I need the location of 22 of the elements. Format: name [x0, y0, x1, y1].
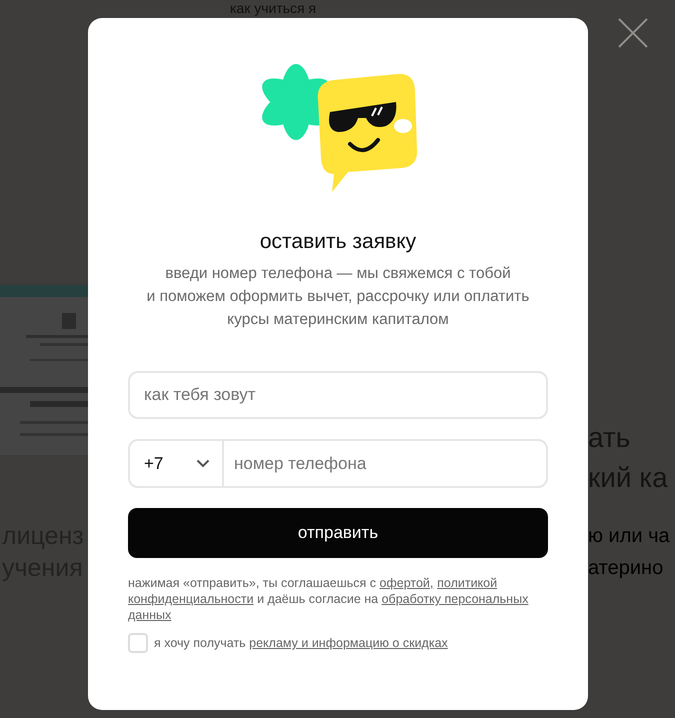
- dialog-title: оставить заявку: [260, 230, 416, 254]
- ads-link[interactable]: рекламу и информацию о скидках: [249, 636, 448, 650]
- policy-link[interactable]: офертой,: [380, 576, 434, 590]
- page-text: ю или ча: [588, 524, 670, 549]
- close-icon[interactable]: [618, 18, 648, 48]
- policy-link[interactable]: конфиденциальности: [128, 592, 254, 606]
- checkbox[interactable]: [128, 633, 148, 653]
- country-code-dropdown[interactable]: +7: [130, 441, 224, 486]
- phone-field[interactable]: +7 номер телефона: [128, 439, 548, 488]
- dialog-subtitle: введи номер телефона — мы свяжемся с тобой: [165, 264, 511, 284]
- page-text: атерино: [588, 556, 664, 581]
- policy-link[interactable]: данных: [128, 608, 172, 622]
- name-field[interactable]: как тебя зовут: [128, 371, 548, 419]
- phone-input[interactable]: номер телефона: [224, 441, 546, 486]
- dialog-subtitle: и поможем оформить вычет, рассрочку или оплатить: [146, 287, 530, 307]
- checkbox-label: я хочу получать рекламу и информацию о скидках: [154, 636, 448, 650]
- policy-link[interactable]: политикой: [437, 576, 498, 590]
- policy-link[interactable]: обработку персональных: [382, 592, 528, 606]
- consent-text: нажимая «отправить», ты соглашаешься с офертой, политикой конфиденциальности и даёшь согласие на обработку персональных данных: [128, 575, 530, 623]
- dialog-subtitle: курсы материнским капиталом: [227, 310, 449, 330]
- chevron-icon: [196, 459, 210, 468]
- submit-button[interactable]: отправить: [128, 508, 548, 558]
